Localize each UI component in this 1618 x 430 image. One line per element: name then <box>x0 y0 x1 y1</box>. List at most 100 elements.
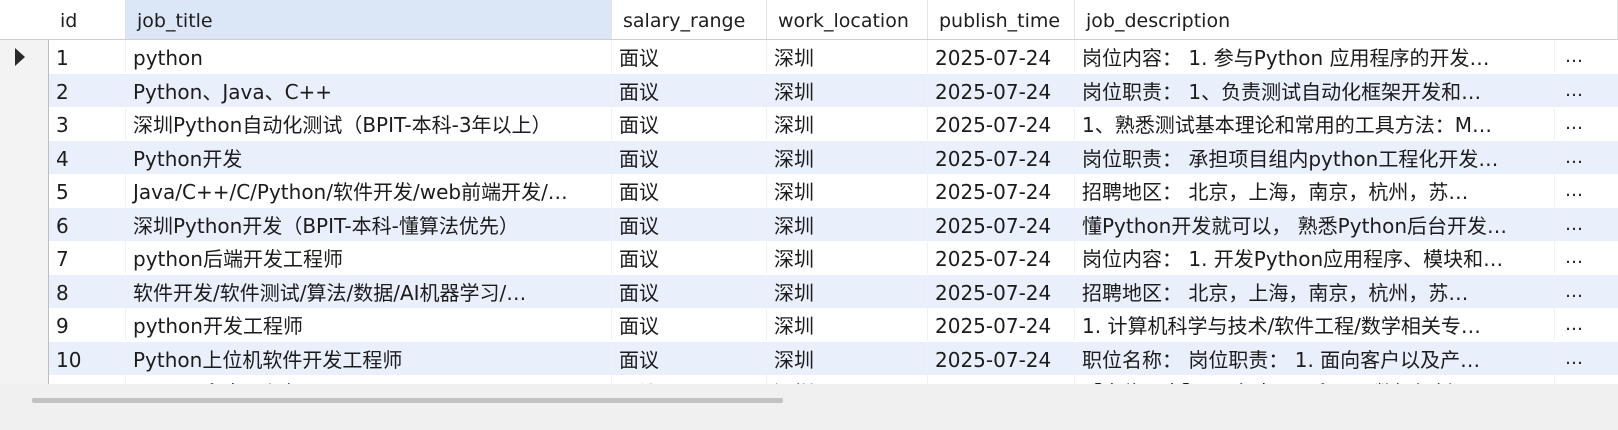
cell-publish-time[interactable]: 2025-07-24 <box>928 308 1075 341</box>
cell-work-location[interactable]: 深圳 <box>767 174 928 207</box>
table-row[interactable]: 4 Python开发 面议 深圳 2025-07-24 岗位职责： 承担项目组内pytho… <box>0 140 1618 174</box>
cell-work-location[interactable]: 深圳 <box>767 140 928 174</box>
cell-salary-range[interactable]: 面议 <box>612 308 767 341</box>
table-row[interactable]: 7 python后端开发工程师 面议 深圳 2025-07-24 岗位内容： 1. 开发P… <box>0 241 1618 274</box>
cell-job-title[interactable]: 深圳Python自动化测试（BPIT-本科-3年以上） <box>126 107 612 140</box>
cell-work-location[interactable]: 深圳 <box>767 375 928 384</box>
cell-salary-range[interactable]: 面议 <box>612 274 767 308</box>
cell-salary-range[interactable]: 面议 <box>612 40 767 73</box>
cell-salary-range[interactable]: 面议 <box>612 375 767 384</box>
cell-publish-time[interactable]: 2025-07-24 <box>928 107 1075 140</box>
grid-rows: 1 python 面议 深圳 2025-07-24 岗位内容： 1. 参与Python 应… <box>0 40 1618 384</box>
cell-job-description[interactable]: 招聘地区： 北京，上海，南京，杭州，苏… <box>1075 274 1555 308</box>
cell-publish-time[interactable]: 2025-07-24 <box>928 341 1075 375</box>
cell-id[interactable]: 2 <box>49 73 126 107</box>
truncated-column-edge: … <box>1565 79 1583 101</box>
horizontal-scrollbar[interactable] <box>0 384 1618 430</box>
truncated-column-edge: … <box>1565 180 1583 201</box>
column-header-salary-range[interactable]: salary_range <box>612 0 767 39</box>
table-row[interactable]: 6 深圳Python开发（BPIT-本科-懂算法优先） 面议 深圳 2025-07-24… <box>0 207 1618 241</box>
cell-work-location[interactable]: 深圳 <box>767 73 928 107</box>
cell-id[interactable]: 9 <box>49 308 126 341</box>
cell-publish-time[interactable]: 2025-07-24 <box>928 140 1075 174</box>
cell-salary-range[interactable]: 面议 <box>612 73 767 107</box>
cell-publish-time[interactable]: 2025-07-24 <box>928 375 1075 384</box>
cell-id[interactable]: 7 <box>49 241 126 274</box>
cell-work-location[interactable]: 深圳 <box>767 40 928 73</box>
cell-id[interactable]: 11 <box>49 375 126 384</box>
cell-job-description[interactable]: 岗位职责： 承担项目组内python工程化开发… <box>1075 140 1555 174</box>
column-header-publish-time[interactable]: publish_time <box>928 0 1075 39</box>
truncated-column-edge: … <box>1565 280 1583 302</box>
cell-job-title[interactable]: python <box>126 40 612 73</box>
cell-job-description[interactable]: 【岗位职责】 1. 负责网页爬取、数据解析… <box>1075 375 1555 384</box>
cell-salary-range[interactable]: 面议 <box>612 241 767 274</box>
cell-salary-range[interactable]: 面议 <box>612 107 767 140</box>
table-row[interactable]: 1 python 面议 深圳 2025-07-24 岗位内容： 1. 参与Python 应… <box>0 40 1618 73</box>
table-row[interactable]: 5 Java/C++/C/Python/软件开发/web前端开发/… 面议 深圳 202… <box>0 174 1618 207</box>
cell-publish-time[interactable]: 2025-07-24 <box>928 274 1075 308</box>
cell-job-description[interactable]: 懂Python开发就可以， 熟悉Python后台开发… <box>1075 207 1555 241</box>
cell-publish-time[interactable]: 2025-07-24 <box>928 40 1075 73</box>
scrollbar-thumb[interactable] <box>32 398 783 403</box>
column-header-job-title[interactable]: job_title <box>126 0 612 39</box>
truncated-column-edge: … <box>1565 146 1583 168</box>
cell-job-description[interactable]: 1. 计算机科学与技术/软件工程/数学相关专… <box>1075 308 1555 341</box>
cell-job-title[interactable]: Python上位机软件开发工程师 <box>126 341 612 375</box>
cell-publish-time[interactable]: 2025-07-24 <box>928 73 1075 107</box>
cell-job-title[interactable]: 软件开发/软件测试/算法/数据/AI机器学习/… <box>126 274 612 308</box>
cell-job-description[interactable]: 招聘地区： 北京，上海，南京，杭州，苏… <box>1075 174 1555 207</box>
cell-work-location[interactable]: 深圳 <box>767 241 928 274</box>
cell-job-description[interactable]: 岗位内容： 1. 参与Python 应用程序的开发… <box>1075 40 1555 73</box>
grid-corner <box>0 0 49 40</box>
cell-job-description[interactable]: 职位名称： 岗位职责： 1. 面向客户以及产… <box>1075 341 1555 375</box>
table-row[interactable]: 2 Python、Java、C++ 面议 深圳 2025-07-24 岗位职责： 1、负责… <box>0 73 1618 107</box>
cell-job-title[interactable]: Java/C++/C/Python/软件开发/web前端开发/… <box>126 174 612 207</box>
grid-header: id job_title salary_range work_location … <box>0 0 1618 40</box>
table-row[interactable]: 10 Python上位机软件开发工程师 面议 深圳 2025-07-24 职位名称： 岗位… <box>0 341 1618 375</box>
cell-id[interactable]: 8 <box>49 274 126 308</box>
column-header-job-description[interactable]: job_description <box>1075 0 1618 39</box>
table-row[interactable]: 8 软件开发/软件测试/算法/数据/AI机器学习/… 面议 深圳 2025-07-24 招… <box>0 274 1618 308</box>
cell-job-title[interactable]: python后端开发工程师 <box>126 241 612 274</box>
cell-work-location[interactable]: 深圳 <box>767 308 928 341</box>
truncated-column-edge: … <box>1565 46 1583 67</box>
cell-id[interactable]: 10 <box>49 341 126 375</box>
cell-work-location[interactable]: 深圳 <box>767 274 928 308</box>
current-row-arrow-icon <box>15 48 25 66</box>
cell-salary-range[interactable]: 面议 <box>612 140 767 174</box>
cell-salary-range[interactable]: 面议 <box>612 174 767 207</box>
cell-id[interactable]: 4 <box>49 140 126 174</box>
cell-job-title[interactable]: 深圳Python开发（BPIT-本科-懂算法优先） <box>126 207 612 241</box>
cell-salary-range[interactable]: 面议 <box>612 207 767 241</box>
cell-id[interactable]: 5 <box>49 174 126 207</box>
cell-work-location[interactable]: 深圳 <box>767 341 928 375</box>
cell-job-description[interactable]: 岗位职责： 1、负责测试自动化框架开发和… <box>1075 73 1555 107</box>
row-indicator-column[interactable] <box>0 0 49 384</box>
column-header-id[interactable]: id <box>49 0 126 39</box>
cell-salary-range[interactable]: 面议 <box>612 341 767 375</box>
cell-job-title[interactable]: Python、Java、C++ <box>126 73 612 107</box>
result-grid[interactable]: id job_title salary_range work_location … <box>0 0 1618 430</box>
table-row[interactable]: 9 python开发工程师 面议 深圳 2025-07-24 1. 计算机科学与技术/软件… <box>0 308 1618 341</box>
cell-id[interactable]: 1 <box>49 40 126 73</box>
truncated-column-edge: … <box>1565 314 1583 335</box>
cell-job-description[interactable]: 1、熟悉测试基本理论和常用的工具方法：M… <box>1075 107 1555 140</box>
cell-id[interactable]: 6 <box>49 207 126 241</box>
cell-job-title[interactable]: Python开发 <box>126 140 612 174</box>
column-header-work-location[interactable]: work_location <box>767 0 928 39</box>
table-row[interactable]: 11python爬虫工程师面议深圳2025-07-24【岗位职责】 1. 负责网… <box>0 375 1618 384</box>
truncated-column-edge: … <box>1565 247 1583 268</box>
cell-publish-time[interactable]: 2025-07-24 <box>928 207 1075 241</box>
cell-job-title[interactable]: python爬虫工程师 <box>126 375 612 384</box>
cell-id[interactable]: 3 <box>49 107 126 140</box>
table-row[interactable]: 3 深圳Python自动化测试（BPIT-本科-3年以上） 面议 深圳 2025-07-… <box>0 107 1618 140</box>
cell-job-description[interactable]: 岗位内容： 1. 开发Python应用程序、模块和… <box>1075 241 1555 274</box>
cell-job-title[interactable]: python开发工程师 <box>126 308 612 341</box>
cell-publish-time[interactable]: 2025-07-24 <box>928 174 1075 207</box>
cell-work-location[interactable]: 深圳 <box>767 107 928 140</box>
truncated-column-edge: … <box>1565 113 1583 134</box>
truncated-column-edge: … <box>1565 213 1583 235</box>
cell-publish-time[interactable]: 2025-07-24 <box>928 241 1075 274</box>
cell-work-location[interactable]: 深圳 <box>767 207 928 241</box>
